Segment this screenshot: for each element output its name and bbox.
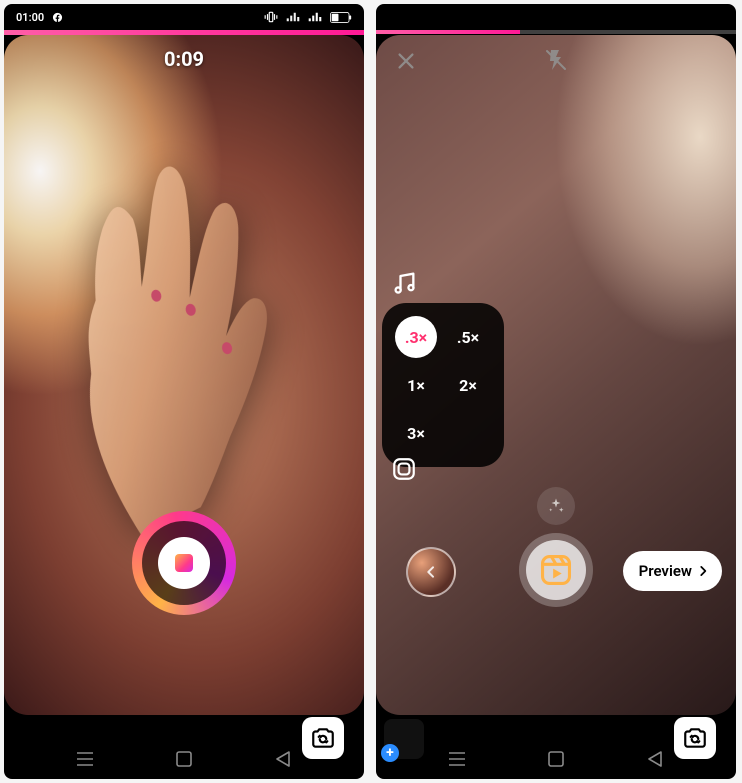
- chevron-right-icon: [696, 564, 710, 578]
- layout-icon: [391, 456, 417, 482]
- status-bar: [376, 4, 736, 30]
- speed-panel: .3× .5× 1× 2× 3×: [382, 303, 504, 467]
- record-button[interactable]: [132, 511, 236, 615]
- nav-back-button[interactable]: [637, 741, 673, 777]
- layout-button[interactable]: [388, 453, 420, 485]
- status-bar: 01:00: [4, 4, 364, 30]
- nav-recents-button[interactable]: [439, 741, 475, 777]
- close-icon: [395, 50, 417, 72]
- speed-option-0-5x[interactable]: .5×: [444, 315, 492, 359]
- speed-option-1x[interactable]: 1×: [392, 363, 440, 407]
- recorded-clip-thumbnail[interactable]: [406, 547, 456, 597]
- preview-label: Preview: [639, 562, 692, 580]
- nav-home-button[interactable]: [166, 741, 202, 777]
- camera-viewport: .3× .5× 1× 2× 3×: [376, 35, 736, 715]
- preview-button[interactable]: Preview: [623, 551, 722, 591]
- effects-button[interactable]: [537, 487, 575, 525]
- vibrate-icon: [264, 10, 278, 24]
- close-button[interactable]: [392, 47, 420, 75]
- phone-right-speed: .3× .5× 1× 2× 3×: [376, 4, 736, 779]
- sparkle-icon: [547, 497, 565, 515]
- camera-viewport: 0:09: [4, 35, 364, 715]
- speed-option-3x[interactable]: 3×: [392, 411, 440, 455]
- reels-record-button[interactable]: [519, 533, 593, 607]
- facebook-icon: [52, 12, 63, 23]
- hand-image: [4, 119, 336, 551]
- clip-progress-bar: [376, 30, 736, 34]
- stop-square-icon: [175, 554, 193, 572]
- flash-off-icon: [544, 48, 568, 72]
- nav-back-button[interactable]: [265, 741, 301, 777]
- nav-recents-button[interactable]: [67, 741, 103, 777]
- network-icon: [286, 12, 300, 22]
- reels-icon: [539, 553, 573, 587]
- speed-option-2x[interactable]: 2×: [444, 363, 492, 407]
- chevron-left-icon: [423, 564, 439, 580]
- android-nav-bar: [4, 739, 364, 779]
- phone-left-recording: 01:00 0:09: [4, 4, 364, 779]
- flash-button[interactable]: [541, 45, 571, 75]
- signal-icon: [308, 12, 322, 22]
- speed-option-0-3x[interactable]: .3×: [392, 315, 440, 359]
- music-icon: [390, 269, 418, 297]
- recording-timer: 0:09: [4, 47, 364, 71]
- battery-icon: [330, 12, 352, 23]
- status-time: 01:00: [16, 11, 44, 24]
- nav-home-button[interactable]: [538, 741, 574, 777]
- android-nav-bar: [376, 739, 736, 779]
- music-button[interactable]: [388, 267, 420, 299]
